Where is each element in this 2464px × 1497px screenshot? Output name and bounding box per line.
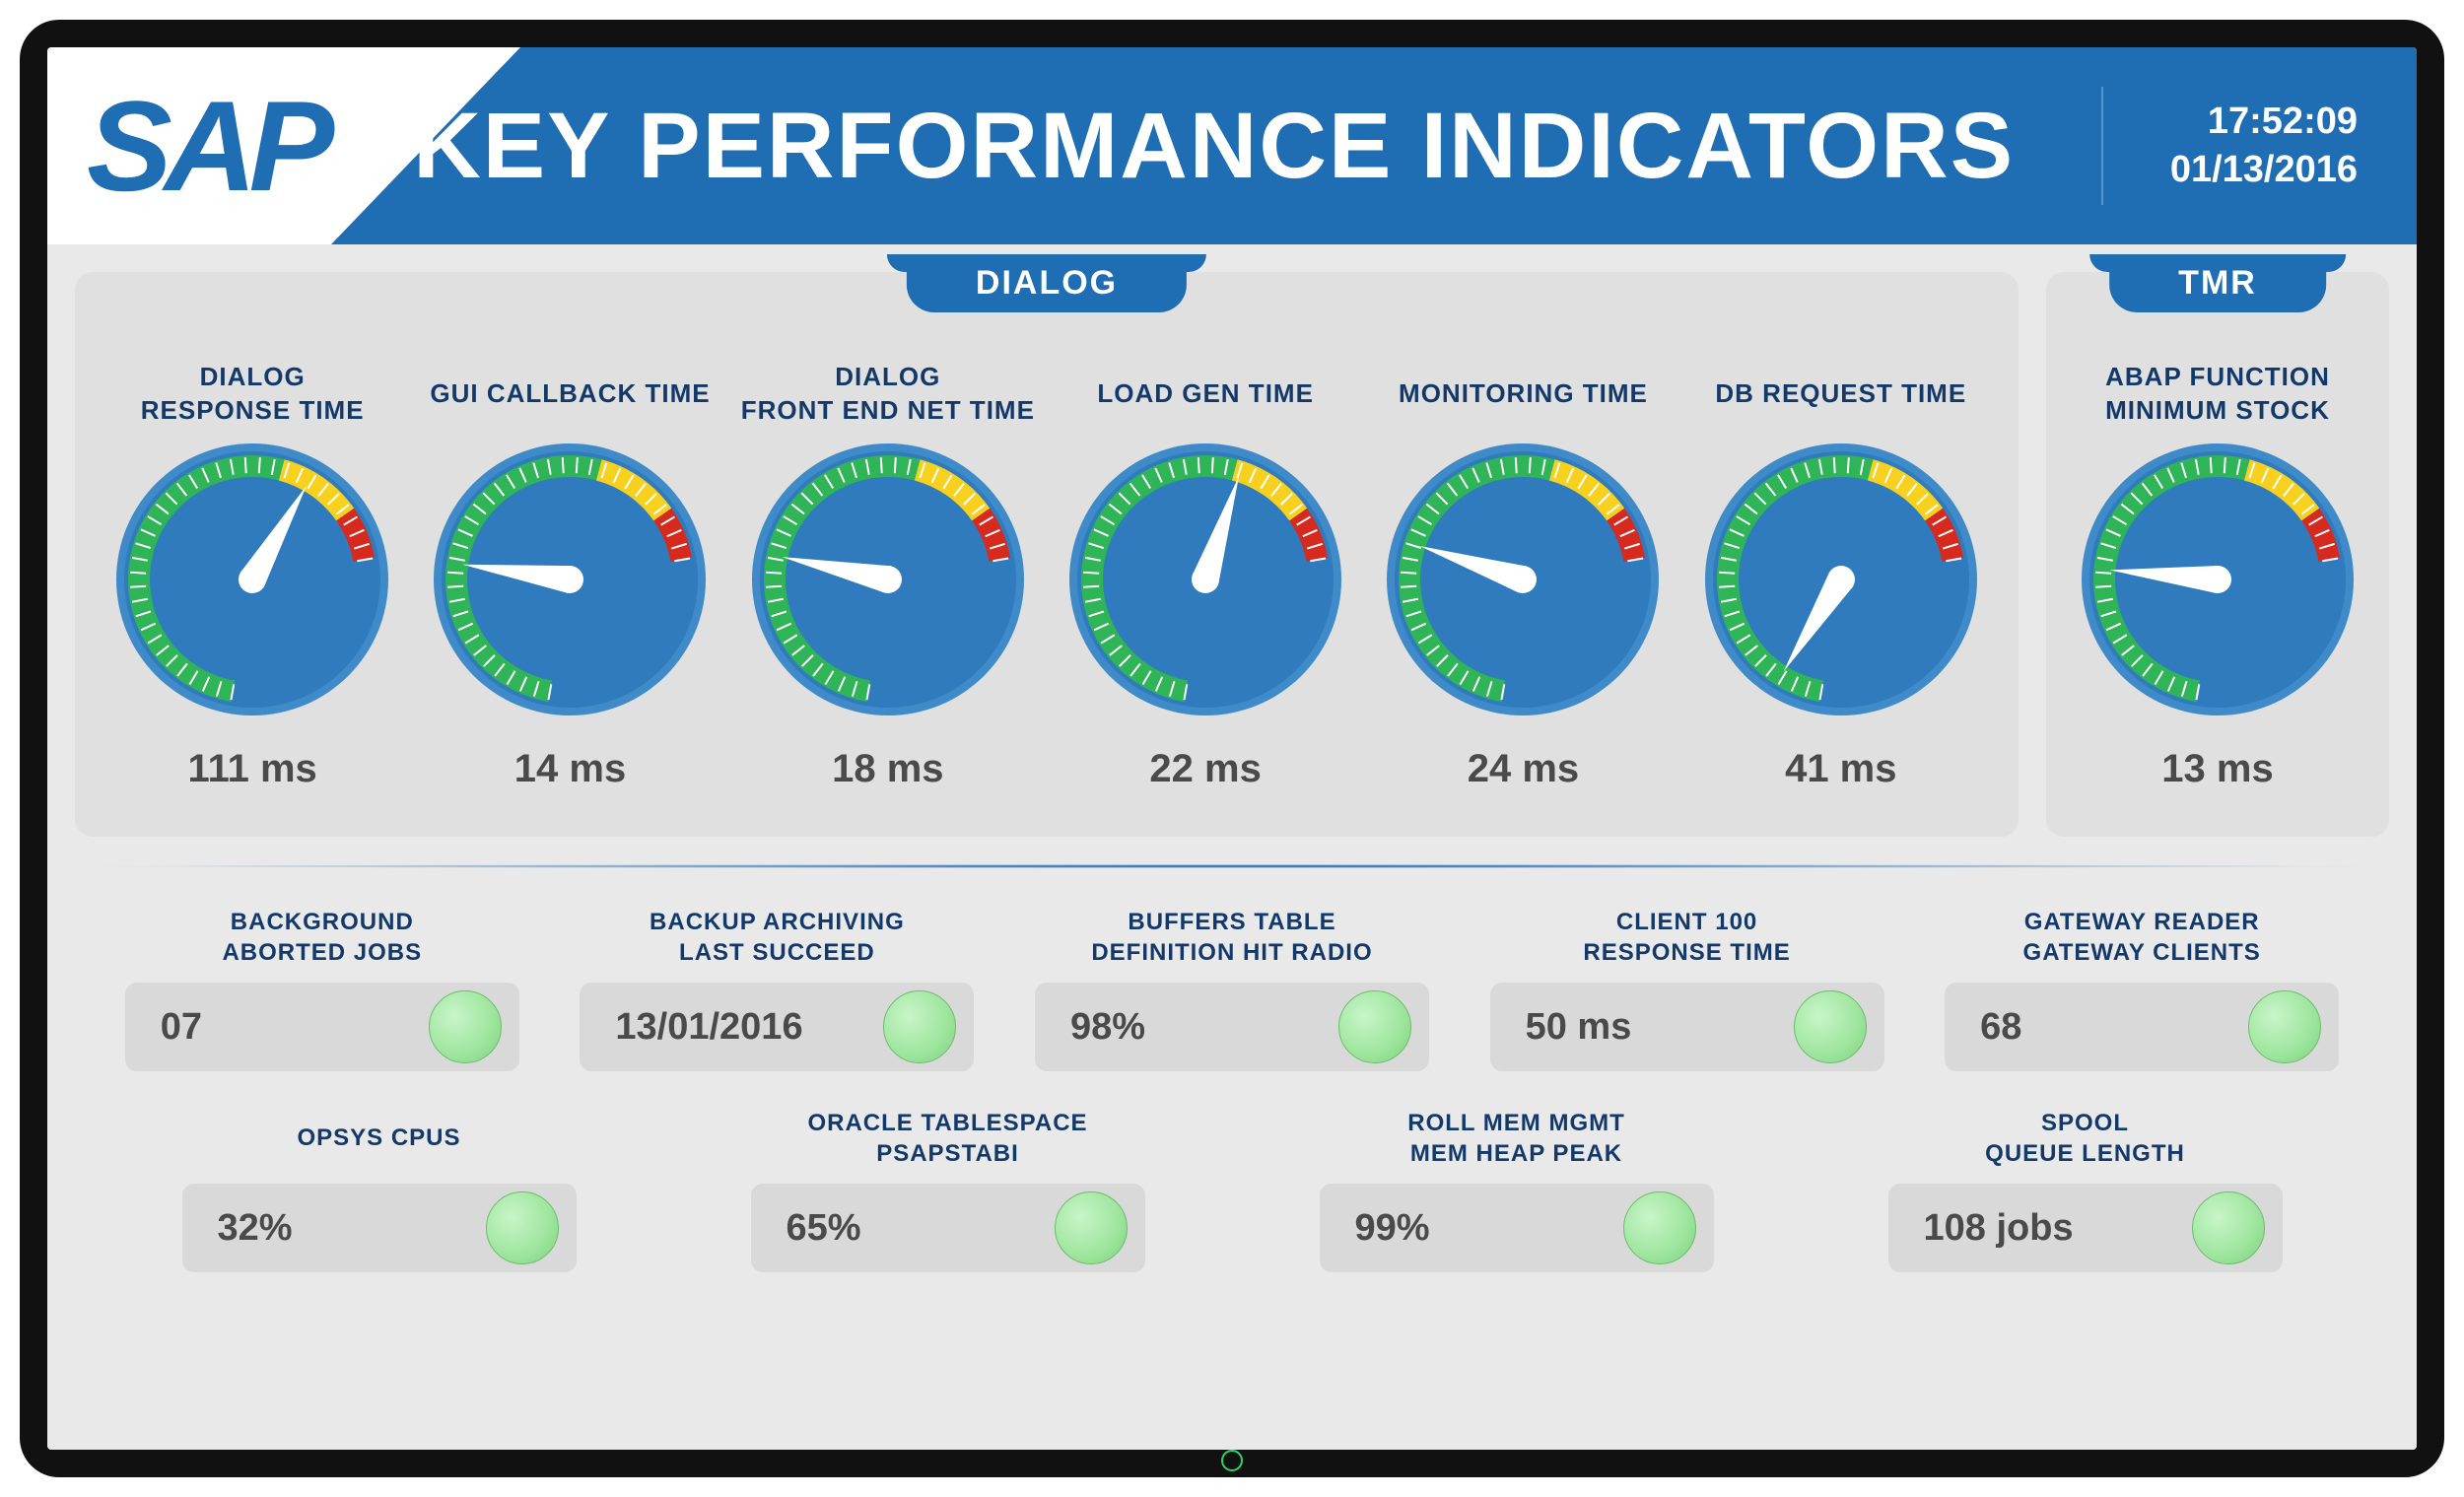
stat-pill: 65%: [751, 1184, 1145, 1272]
stat-title: GATEWAY READERGATEWAY CLIENTS: [2023, 906, 2261, 969]
dialog-gauge-1: GUI CALLBACK TIME 14 ms: [422, 359, 718, 791]
stat-pill: 99%: [1320, 1184, 1714, 1272]
gauge-dial: [2080, 442, 2356, 717]
status-indicator-icon: [2192, 1191, 2265, 1264]
dialog-gauges: DIALOGRESPONSE TIME 111 msGUI CALLBACK T…: [99, 359, 1995, 791]
stat-pill: 07: [125, 983, 519, 1071]
header-date: 01/13/2016: [2170, 149, 2358, 191]
stat-value: 13/01/2016: [615, 1006, 802, 1049]
status-indicator-icon: [429, 990, 502, 1063]
stat-title: OPSYS CPUS: [297, 1107, 460, 1170]
dialog-gauge-0: DIALOGRESPONSE TIME 111 ms: [104, 359, 400, 791]
stat-value: 50 ms: [1526, 1006, 1632, 1049]
section-divider: [75, 864, 2389, 868]
stat-item: ROLL MEM MGMTMEM HEAP PEAK 99%: [1320, 1107, 1714, 1272]
gauge-value: 41 ms: [1785, 747, 1896, 791]
gauge-value: 111 ms: [188, 747, 317, 791]
gauge-title: DIALOGRESPONSE TIME: [141, 359, 365, 430]
gauge-title: LOAD GEN TIME: [1097, 359, 1314, 430]
screen: SAP KEY PERFORMANCE INDICATORS 17:52:09 …: [47, 47, 2417, 1450]
stat-item: SPOOLQUEUE LENGTH 108 jobs: [1888, 1107, 2283, 1272]
stat-pill: 32%: [182, 1184, 577, 1272]
dialog-panel: DIALOG DIALOGRESPONSE TIME 111 msGUI CAL…: [75, 272, 2019, 837]
page-title: KEY PERFORMANCE INDICATORS: [326, 93, 2101, 200]
tmr-panel: TMR ABAP FUNCTIONMINIMUM STOCK 13 ms: [2046, 272, 2389, 837]
stat-title: BACKUP ARCHIVINGLAST SUCCEED: [650, 906, 905, 969]
gauge-value: 18 ms: [832, 747, 943, 791]
dialog-gauge-5: DB REQUEST TIME 41 ms: [1693, 359, 1989, 791]
status-indicator-icon: [486, 1191, 559, 1264]
gauge-value: 22 ms: [1149, 747, 1261, 791]
gauge-panels-row: DIALOG DIALOGRESPONSE TIME 111 msGUI CAL…: [75, 272, 2389, 837]
stat-item: OPSYS CPUS32%: [182, 1107, 577, 1272]
stat-title: BUFFERS TABLEDEFINITION HIT RADIO: [1091, 906, 1372, 969]
gauge-title: GUI CALLBACK TIME: [430, 359, 710, 430]
stats-row-2: OPSYS CPUS32% ORACLE TABLESPACEPSAPSTABI 6…: [114, 1107, 2350, 1272]
gauge-dial: [432, 442, 708, 717]
gauge-value: 14 ms: [514, 747, 626, 791]
stat-value: 98%: [1070, 1006, 1145, 1049]
power-led-icon: [1221, 1450, 1243, 1471]
gauge-dial: [1385, 442, 1661, 717]
stat-value: 65%: [787, 1207, 861, 1250]
stat-pill: 98%: [1035, 983, 1429, 1071]
gauge-title: ABAP FUNCTIONMINIMUM STOCK: [2105, 359, 2330, 430]
dialog-gauge-3: LOAD GEN TIME 22 ms: [1058, 359, 1353, 791]
gauge-dial: [1703, 442, 1979, 717]
dialog-gauge-2: DIALOGFRONT END NET TIME 18 ms: [740, 359, 1036, 791]
gauge-title: DB REQUEST TIME: [1715, 359, 1966, 430]
monitor-frame: SAP KEY PERFORMANCE INDICATORS 17:52:09 …: [20, 20, 2444, 1477]
header-time: 17:52:09: [2208, 101, 2358, 143]
stats-row-1: BACKGROUNDABORTED JOBS 07 BACKUP ARCHIVING…: [114, 906, 2350, 1071]
stat-title: ORACLE TABLESPACEPSAPSTABI: [807, 1107, 1087, 1170]
stat-title: ROLL MEM MGMTMEM HEAP PEAK: [1407, 1107, 1625, 1170]
stat-value: 99%: [1355, 1207, 1430, 1250]
stat-item: ORACLE TABLESPACEPSAPSTABI 65%: [751, 1107, 1145, 1272]
gauge-dial: [114, 442, 390, 717]
gauge-dial: [750, 442, 1026, 717]
stat-title: SPOOLQUEUE LENGTH: [1985, 1107, 2185, 1170]
stat-item: BUFFERS TABLEDEFINITION HIT RADIO 98%: [1035, 906, 1429, 1071]
stat-title: BACKGROUNDABORTED JOBS: [222, 906, 422, 969]
gauge-dial: [1067, 442, 1343, 717]
status-indicator-icon: [883, 990, 956, 1063]
stat-value: 07: [161, 1006, 202, 1049]
status-indicator-icon: [1338, 990, 1411, 1063]
gauge-value: 24 ms: [1468, 747, 1579, 791]
gauge-value: 13 ms: [2161, 747, 2273, 791]
gauge-title: DIALOGFRONT END NET TIME: [741, 359, 1035, 430]
header-timestamp: 17:52:09 01/13/2016: [2101, 87, 2417, 205]
stat-value: 68: [1980, 1006, 2021, 1049]
tmr-gauges: ABAP FUNCTIONMINIMUM STOCK 13 ms: [2070, 359, 2365, 791]
stat-item: BACKUP ARCHIVINGLAST SUCCEED 13/01/2016: [580, 906, 974, 1071]
logo-block: SAP: [47, 47, 326, 244]
dialog-panel-tab: DIALOG: [907, 254, 1187, 312]
stat-pill: 13/01/2016: [580, 983, 974, 1071]
status-indicator-icon: [1794, 990, 1867, 1063]
logo-text: SAP: [47, 72, 326, 220]
stats-section: BACKGROUNDABORTED JOBS 07 BACKUP ARCHIVING…: [75, 896, 2389, 1272]
stat-title: CLIENT 100RESPONSE TIME: [1583, 906, 1790, 969]
stat-item: BACKGROUNDABORTED JOBS 07: [125, 906, 519, 1071]
gauge-title: MONITORING TIME: [1399, 359, 1648, 430]
stat-value: 32%: [218, 1207, 293, 1250]
dialog-gauge-4: MONITORING TIME 24 ms: [1375, 359, 1671, 791]
stat-pill: 68: [1945, 983, 2339, 1071]
stat-item: CLIENT 100RESPONSE TIME 50 ms: [1490, 906, 1884, 1071]
tmr-panel-tab: TMR: [2109, 254, 2326, 312]
dashboard-body: DIALOG DIALOGRESPONSE TIME 111 msGUI CAL…: [47, 244, 2417, 1450]
status-indicator-icon: [1623, 1191, 1696, 1264]
status-indicator-icon: [2248, 990, 2321, 1063]
tmr-gauge-0: ABAP FUNCTIONMINIMUM STOCK 13 ms: [2070, 359, 2365, 791]
header-bar: SAP KEY PERFORMANCE INDICATORS 17:52:09 …: [47, 47, 2417, 244]
stat-item: GATEWAY READERGATEWAY CLIENTS68: [1945, 906, 2339, 1071]
stat-pill: 108 jobs: [1888, 1184, 2283, 1272]
stat-value: 108 jobs: [1924, 1207, 2074, 1250]
status-indicator-icon: [1055, 1191, 1128, 1264]
stat-pill: 50 ms: [1490, 983, 1884, 1071]
